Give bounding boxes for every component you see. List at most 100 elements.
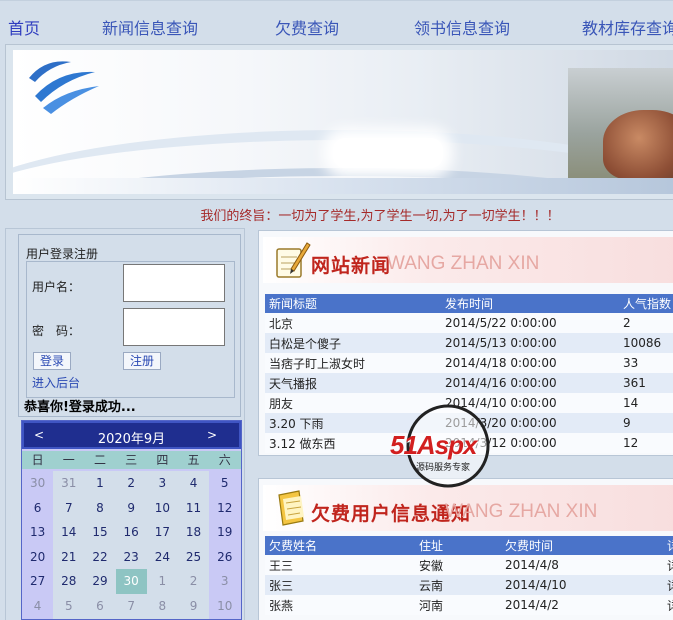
calendar-day[interactable]: 18 xyxy=(177,520,210,545)
table-row[interactable]: 王三安徽2014/4/8详 xyxy=(265,555,673,575)
news-column-header: 发布时间 xyxy=(441,294,619,313)
calendar-day[interactable]: 29 xyxy=(84,569,116,594)
fees-column-header: 欠费姓名 xyxy=(265,536,415,555)
calendar-weekday-row: 日一二三四五六 xyxy=(22,451,241,469)
table-row[interactable]: 张燕河南2014/4/2详 xyxy=(265,595,673,615)
login-button[interactable]: 登录 xyxy=(33,352,72,370)
calendar-day[interactable]: 3 xyxy=(146,471,178,496)
calendar-day[interactable]: 31 xyxy=(53,471,85,496)
banner-rock-photo xyxy=(603,110,673,180)
table-row[interactable]: 当痞子盯上淑女时 2014/4/18 0:00:00 33 xyxy=(265,353,673,373)
news-cell: 2014/5/22 0:00:00 xyxy=(441,313,619,333)
fees-cell: 2014/4/8 xyxy=(501,555,663,575)
calendar-day[interactable]: 8 xyxy=(84,495,116,521)
calendar-day[interactable]: 14 xyxy=(53,520,85,545)
nav-fee-query[interactable]: 欠费查询 xyxy=(275,15,339,39)
fees-cell: 2014/4/2 xyxy=(501,595,663,615)
motto-text: 我们的终旨：一切为了学生,为了学生一切,为了一切学生！！！ xyxy=(200,209,560,224)
admin-backend-link[interactable]: 进入后台 xyxy=(32,374,80,391)
fee-title-english: WANG ZHAN XIN xyxy=(445,501,598,522)
fee-notice-panel: 欠费用户信息通知 WANG ZHAN XIN 欠费姓名住址欠费时间详 王三安徽2… xyxy=(258,478,673,620)
table-row[interactable]: 白松是个傻子 2014/5/13 0:00:00 10086 xyxy=(265,333,673,353)
calendar-next-month[interactable]: > xyxy=(207,428,217,442)
calendar-day[interactable]: 2 xyxy=(177,569,210,594)
table-row[interactable]: 天气播报 2014/4/16 0:00:00 361 xyxy=(265,373,673,393)
news-cell: 12 xyxy=(619,433,673,453)
calendar-day[interactable]: 17 xyxy=(146,520,178,545)
nav-news-query[interactable]: 新闻信息查询 xyxy=(102,15,198,39)
calendar-week-row: 27 28 29 30 1 2 3 xyxy=(22,569,241,594)
login-success-message: 恭喜你!登录成功... xyxy=(24,400,136,415)
calendar-day[interactable]: 16 xyxy=(115,520,147,545)
school-logo-icon xyxy=(29,61,99,114)
calendar-day[interactable]: 6 xyxy=(22,495,54,521)
calendar-day[interactable]: 24 xyxy=(146,544,178,570)
banner-blurred-text xyxy=(333,138,443,168)
calendar-day[interactable]: 3 xyxy=(209,569,241,594)
calendar-day[interactable]: 25 xyxy=(177,544,210,570)
calendar-weekday: 二 xyxy=(93,453,106,467)
news-title: 网站新闻 xyxy=(311,255,392,277)
fees-cell: 云南 xyxy=(415,575,501,595)
register-button[interactable]: 注册 xyxy=(123,352,162,370)
calendar-day[interactable]: 4 xyxy=(22,593,54,619)
calendar-day[interactable]: 12 xyxy=(209,495,241,521)
calendar-day[interactable]: 1 xyxy=(84,471,116,496)
calendar-day[interactable]: 27 xyxy=(22,569,54,594)
calendar-day[interactable]: 7 xyxy=(53,495,85,521)
calendar-weekday: 五 xyxy=(187,453,200,467)
banner-image xyxy=(13,50,673,194)
calendar-day[interactable]: 30 xyxy=(22,471,54,496)
calendar-day[interactable]: 22 xyxy=(84,544,116,570)
calendar-day[interactable]: 5 xyxy=(209,471,241,496)
calendar-day[interactable]: 26 xyxy=(209,544,241,570)
fees-cell: 2014/4/10 xyxy=(501,575,663,595)
news-cell: 2014/5/13 0:00:00 xyxy=(441,333,619,353)
calendar-day[interactable]: 15 xyxy=(84,520,116,545)
calendar-day[interactable]: 5 xyxy=(53,593,85,619)
calendar-day[interactable]: 20 xyxy=(22,544,54,570)
calendar-day[interactable]: 21 xyxy=(53,544,85,570)
calendar-day-today[interactable]: 30 xyxy=(115,569,147,594)
nav-home[interactable]: 首页 xyxy=(8,15,40,39)
calendar-week-row: 4 5 6 7 8 9 10 xyxy=(22,593,241,619)
calendar-day[interactable]: 6 xyxy=(84,593,116,619)
news-cell: 10086 xyxy=(619,333,673,353)
fees-cell: 王三 xyxy=(265,555,415,575)
calendar: < 2020年9月 > 日一二三四五六 30 31 1 2 3 4 5 6 7 8 9 10 11 12 1… xyxy=(21,420,242,620)
left-sidebar: 用户登录注册 用户名： 密 码： 登录 注册 进入后台 恭喜你!登录成功... … xyxy=(5,228,245,620)
calendar-day[interactable]: 4 xyxy=(177,471,210,496)
table-row[interactable]: 北京 2014/5/22 0:00:00 2 xyxy=(265,313,673,333)
calendar-day[interactable]: 28 xyxy=(53,569,85,594)
nav-book-collection-query[interactable]: 领书信息查询 xyxy=(414,15,510,39)
username-label: 用户名： xyxy=(32,280,81,294)
calendar-day[interactable]: 1 xyxy=(146,569,178,594)
calendar-week-row: 20 21 22 23 24 25 26 xyxy=(22,544,241,570)
calendar-week-row: 30 31 1 2 3 4 5 xyxy=(22,471,241,496)
news-cell: 2014/4/18 0:00:00 xyxy=(441,353,619,373)
login-box: 用户登录注册 用户名： 密 码： 登录 注册 进入后台 xyxy=(18,234,241,417)
calendar-day[interactable]: 19 xyxy=(209,520,241,545)
calendar-day[interactable]: 8 xyxy=(146,593,178,619)
calendar-weekday: 四 xyxy=(156,453,169,467)
calendar-day[interactable]: 9 xyxy=(115,495,147,521)
news-cell: 14 xyxy=(619,393,673,413)
calendar-day[interactable]: 11 xyxy=(177,495,210,521)
password-input[interactable] xyxy=(123,308,225,346)
calendar-day[interactable]: 7 xyxy=(115,593,147,619)
calendar-day[interactable]: 2 xyxy=(115,471,147,496)
fee-table-header: 欠费姓名住址欠费时间详 xyxy=(265,536,673,555)
nav-textbook-stock-query[interactable]: 教材库存查询 xyxy=(582,15,673,39)
calendar-day[interactable]: 10 xyxy=(209,593,241,619)
calendar-day[interactable]: 10 xyxy=(146,495,178,521)
calendar-day[interactable]: 9 xyxy=(177,593,210,619)
fees-cell: 详 xyxy=(663,555,673,575)
news-cell: 361 xyxy=(619,373,673,393)
username-input[interactable] xyxy=(123,264,225,302)
calendar-day[interactable]: 23 xyxy=(115,544,147,570)
fees-column-header: 欠费时间 xyxy=(501,536,663,555)
table-row[interactable]: 张三云南2014/4/10详 xyxy=(265,575,673,595)
calendar-days-grid: 30 31 1 2 3 4 5 6 7 8 9 10 11 12 13 14 15 16 17 18 19 20 21 22 2… xyxy=(22,471,241,619)
calendar-day[interactable]: 13 xyxy=(22,520,54,545)
calendar-weekday: 一 xyxy=(62,453,75,467)
